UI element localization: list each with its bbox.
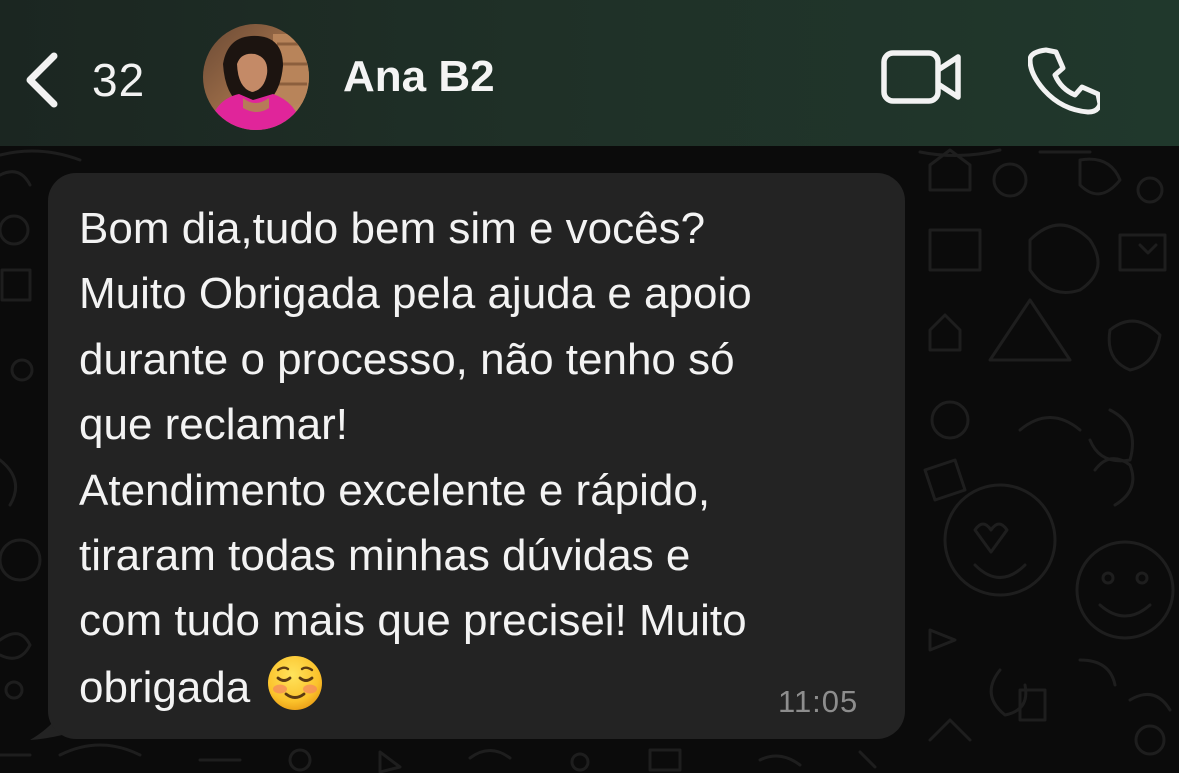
message-line: Bom dia,tudo bem sim e vocês? [79,204,706,253]
message-line: tiraram todas minhas dúvidas e [79,531,691,581]
back-button[interactable]: 32 [20,44,145,116]
unread-count-badge: 32 [92,54,146,106]
avatar[interactable] [203,24,309,130]
message-line: que reclamar! [79,400,349,450]
chevron-left-icon [26,52,58,108]
contact-name[interactable]: Ana B2 [343,52,495,102]
voice-call-button[interactable] [1027,44,1103,116]
smiling-face-icon [266,654,324,730]
chat-header: 32 Ana B2 [0,0,1179,146]
video-call-button[interactable] [880,48,964,108]
video-camera-icon [881,50,961,104]
message-text: Bom dia,tudo bem sim e vocês? Muito Obri… [79,196,879,730]
message-line: obrigada [79,662,251,712]
chat-screen: 32 Ana B2 Bom dia,tudo bem sim e vocês? … [0,0,1179,773]
message-line: com tudo mais que precisei! Muito [79,596,747,646]
message-line: Atendimento excelente e rápido, [79,465,711,515]
phone-icon [1027,47,1103,115]
message-line: durante o processo, não tenho só [79,334,735,384]
message-line: Muito Obrigada pela ajuda e apoio [79,269,752,319]
message-timestamp: 11:05 [778,684,859,719]
message-last-line: obrigada [79,654,879,730]
contact-photo [203,24,309,130]
